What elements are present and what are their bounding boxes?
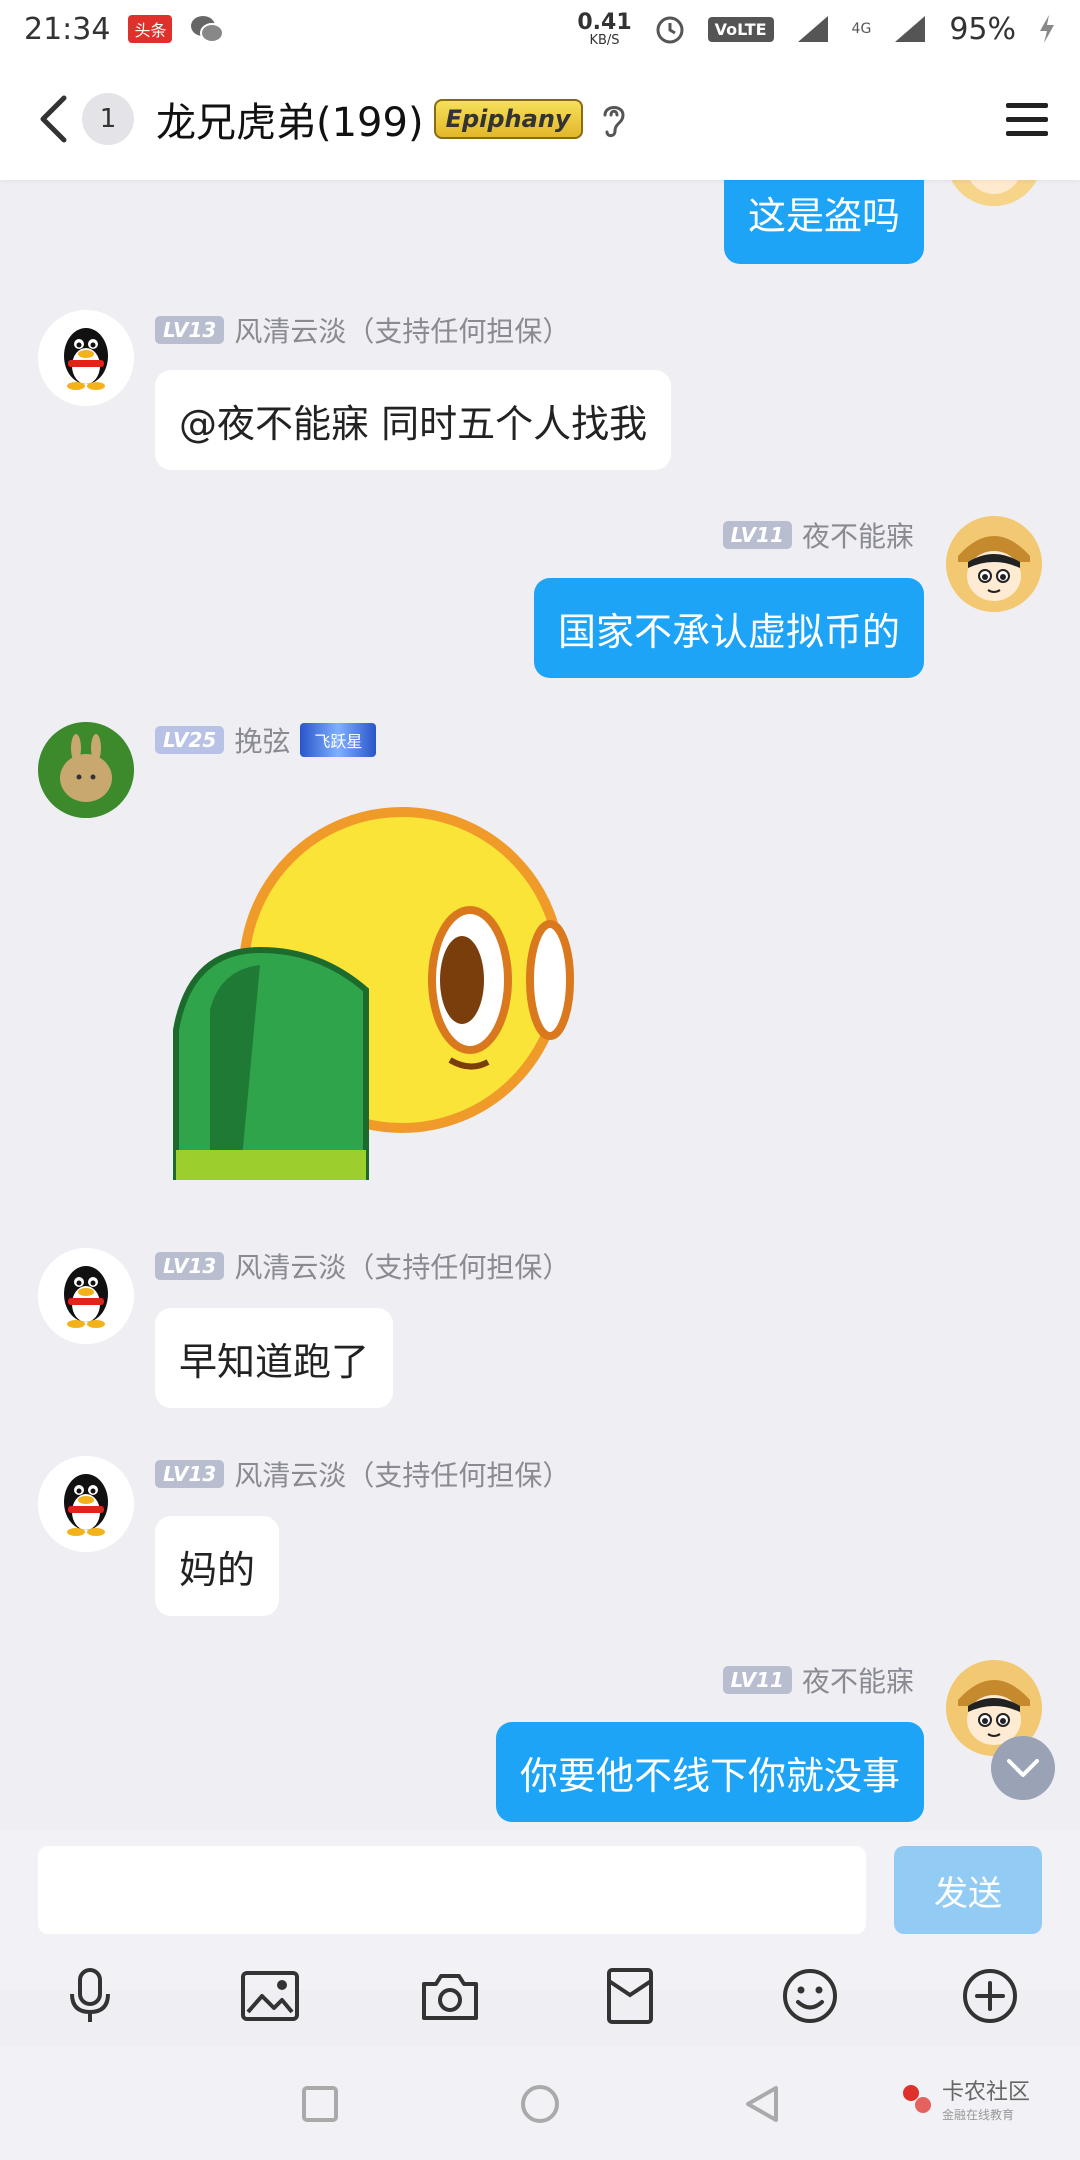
battery-percent: 95% (949, 11, 1016, 47)
sender-meta: LV11 夜不能寐 (722, 1660, 914, 1700)
avatar-qq-penguin[interactable] (38, 1248, 134, 1344)
composer-toolbar (0, 1946, 1080, 2046)
network-speed: 0.41 KB/S (577, 9, 632, 48)
penguin-icon (38, 310, 134, 406)
circle-icon (521, 2085, 559, 2123)
camera-icon (422, 1974, 478, 2020)
sticker-peeking-face[interactable] (170, 800, 590, 1180)
message-bubble[interactable]: 你要他不线下你就没事 (495, 1722, 924, 1822)
voice-button[interactable] (58, 1964, 122, 2028)
volte-badge: VoLTE (707, 16, 774, 42)
triangle-back-icon (746, 2086, 778, 2122)
watermark-name: 卡农社区 (942, 2080, 1031, 2105)
news-app-icon: 头条 (128, 15, 173, 43)
charging-icon (1040, 15, 1054, 43)
message-bubble[interactable]: 早知道跑了 (155, 1308, 394, 1408)
penguin-icon (38, 1456, 134, 1552)
sender-meta: LV13 风清云淡（支持任何担保） (155, 310, 570, 350)
signal-icon (797, 16, 828, 42)
signal-icon-2 (895, 16, 926, 42)
wechat-icon (191, 16, 225, 43)
square-icon (302, 2086, 338, 2122)
message-input[interactable] (38, 1846, 866, 1934)
message-bubble[interactable]: 这是盗吗 (723, 180, 924, 264)
send-button[interactable]: 发送 (894, 1846, 1042, 1934)
scroll-to-bottom-button[interactable] (991, 1736, 1055, 1800)
chat-header: 1 龙兄虎弟(199) Epiphany (0, 58, 1080, 180)
cartoon-face-icon (951, 180, 1037, 206)
level-badge: LV13 (155, 1252, 225, 1280)
sender-name[interactable]: 夜不能寐 (802, 515, 914, 555)
sender-meta: LV13 风清云淡（支持任何担保） (155, 1246, 570, 1286)
emoji-icon (783, 1969, 837, 2023)
watermark-sub: 金融在线教育 (942, 2108, 1015, 2122)
more-button[interactable] (958, 1964, 1022, 2028)
menu-icon[interactable] (1004, 99, 1050, 139)
plus-icon (963, 1969, 1017, 2023)
home-button[interactable] (512, 2076, 568, 2132)
back-nav-button[interactable] (734, 2076, 790, 2132)
avatar-qq-penguin[interactable] (38, 310, 134, 406)
cartoon-face-icon (946, 516, 1042, 612)
sender-name[interactable]: 风清云淡（支持任何担保） (234, 310, 570, 350)
image-icon (241, 1971, 299, 2021)
sender-name[interactable]: 风清云淡（支持任何担保） (234, 1246, 570, 1286)
group-title[interactable]: 龙兄虎弟(199) (156, 90, 424, 148)
plant-creature-icon (38, 722, 134, 818)
sender-name[interactable]: 挽弦 (234, 720, 290, 760)
level-badge: LV13 (155, 316, 225, 344)
system-nav-bar: 卡农社区 金融在线教育 (0, 2046, 1080, 2160)
status-time: 21:34 (24, 11, 111, 47)
back-button[interactable] (30, 89, 76, 149)
emoji-button[interactable] (778, 1964, 842, 2028)
ear-icon[interactable] (599, 99, 629, 139)
sender-name[interactable]: 夜不能寐 (802, 1660, 914, 1700)
watermark: 卡农社区 金融在线教育 (900, 2074, 1030, 2123)
message-bubble[interactable]: 国家不承认虚拟币的 (533, 578, 924, 678)
image-button[interactable] (238, 1964, 302, 2028)
message-list[interactable]: 这是盗吗 LV13 风清云淡（支持任何担保） @夜不能寐 同时五个人找我 LV1… (0, 180, 1080, 1830)
message-bubble[interactable]: @夜不能寐 同时五个人找我 (155, 370, 672, 470)
member-tag: 飞跃星 (300, 723, 377, 757)
sender-name[interactable]: 风清云淡（支持任何担保） (234, 1454, 570, 1494)
network-type: 4G (851, 21, 872, 37)
unread-count-badge[interactable]: 1 (82, 93, 134, 145)
group-title-badge: Epiphany (433, 99, 583, 139)
chevron-left-icon (40, 95, 67, 143)
chat-screen: 21:34 头条 0.41 KB/S VoLTE 4G 95% 1 龙兄虎弟(1… (0, 0, 1080, 2160)
avatar-self[interactable] (946, 516, 1042, 612)
kanong-logo-icon (903, 2084, 931, 2113)
sender-meta: LV11 夜不能寐 (722, 515, 914, 555)
avatar-qq-penguin[interactable] (38, 1456, 134, 1552)
red-packet-icon (607, 1968, 653, 2024)
message-bubble[interactable]: 妈的 (155, 1516, 280, 1616)
sender-meta: LV25 挽弦 飞跃星 (155, 720, 377, 760)
penguin-icon (38, 1248, 134, 1344)
alarm-icon (656, 16, 684, 44)
red-packet-button[interactable] (598, 1964, 662, 2028)
level-badge: LV11 (722, 1666, 792, 1694)
camera-button[interactable] (418, 1964, 482, 2028)
level-badge: LV11 (722, 521, 792, 549)
level-badge: LV13 (155, 1460, 225, 1488)
microphone-icon (70, 1968, 110, 2022)
avatar-self[interactable] (946, 180, 1042, 206)
recents-button[interactable] (292, 2076, 348, 2132)
status-bar: 21:34 头条 0.41 KB/S VoLTE 4G 95% (0, 0, 1080, 58)
avatar-plant[interactable] (38, 722, 134, 818)
sender-meta: LV13 风清云淡（支持任何担保） (155, 1454, 570, 1494)
level-badge: LV25 (155, 726, 225, 754)
chevron-down-icon (1007, 1759, 1039, 1777)
